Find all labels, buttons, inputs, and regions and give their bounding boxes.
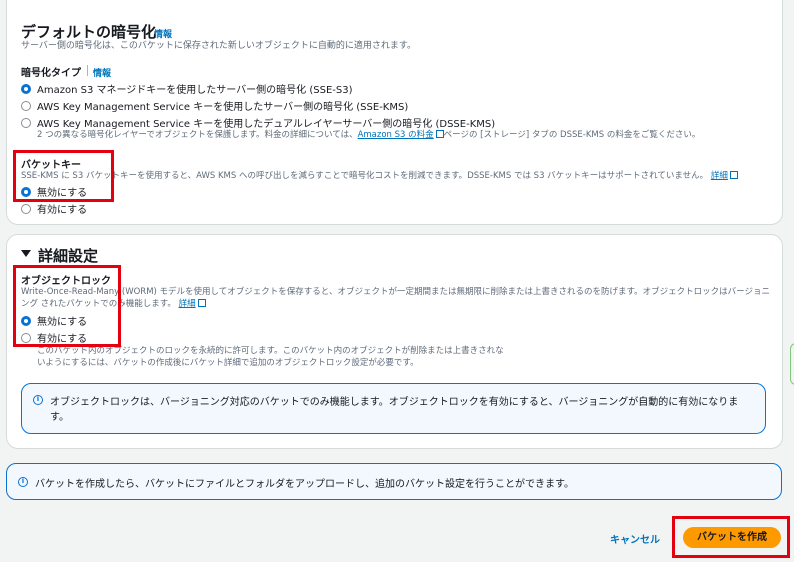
info-circle-icon: i [33, 395, 43, 405]
option-sse-s3-label: Amazon S3 マネージドキーを使用したサーバー側の暗号化 (SSE-S3) [37, 85, 353, 96]
s3-pricing-link[interactable]: Amazon S3 の料金 [358, 130, 434, 140]
radio-dsse-kms[interactable] [21, 118, 31, 128]
object-lock-highlight [13, 265, 121, 347]
object-lock-hint-line-2: いようにするには、バケットの作成後にバケット詳細で追加のオブジェクトロック設定が… [37, 358, 419, 368]
side-edge-tab [790, 343, 794, 385]
encryption-info-link[interactable]: 情報 [154, 27, 172, 40]
advanced-settings-title[interactable]: 詳細設定 [38, 245, 98, 266]
dsse-note-post: ページの [ストレージ] タブの DSSE-KMS の料金をご覧ください。 [443, 130, 701, 140]
external-link-icon [435, 130, 444, 138]
info-circle-icon: i [18, 477, 28, 487]
object-lock-alert-line-1: オブジェクトロックは、バージョニング対応のバケットでのみ機能します。オブジェクト… [50, 397, 739, 408]
bucket-key-description: SSE-KMS に S3 バケットキーを使用すると、AWS KMS への呼び出し… [21, 170, 738, 183]
option-dsse-kms-label: AWS Key Management Service キーを使用したデュアルレイ… [37, 119, 496, 130]
bucket-key-highlight [13, 150, 114, 202]
object-lock-info-alert [21, 383, 766, 434]
create-bucket-info-text: バケットを作成したら、バケットにファイルとフォルダをアップロードし、追加のバケッ… [35, 479, 574, 490]
dsse-note: 2 つの異なる暗号化レイヤーでオブジェクトを保護します。料金の詳細については、A… [37, 129, 700, 142]
external-link-icon [729, 171, 738, 179]
cancel-button[interactable]: キャンセル [610, 531, 660, 546]
radio-sse-kms[interactable] [21, 101, 31, 111]
encryption-description: サーバー側の暗号化は、このバケットに保存された新しいオブジェクトに自動的に適用さ… [21, 41, 417, 51]
bucket-key-enable-label: 有効にする [37, 205, 88, 216]
radio-bucket-key-enable[interactable] [21, 204, 31, 214]
type-separator [87, 65, 88, 76]
encryption-type-info-link[interactable]: 情報 [93, 66, 111, 79]
dsse-note-pre: 2 つの異なる暗号化レイヤーでオブジェクトを保護します。料金の詳細については、 [37, 130, 358, 140]
create-bucket-highlight [672, 516, 790, 558]
external-link-icon [197, 299, 206, 307]
object-lock-learn-more-link[interactable]: 詳細 [179, 299, 196, 309]
encryption-title: デフォルトの暗号化 [21, 23, 157, 41]
object-lock-alert-line-2: す。 [50, 412, 69, 423]
collapse-caret-icon[interactable] [21, 250, 31, 257]
encryption-type-label: 暗号化タイプ [21, 68, 81, 79]
radio-sse-s3[interactable] [21, 84, 31, 94]
option-sse-kms-label: AWS Key Management Service キーを使用したサーバー側の… [37, 102, 409, 113]
bucket-key-learn-more-link[interactable]: 詳細 [711, 171, 728, 181]
